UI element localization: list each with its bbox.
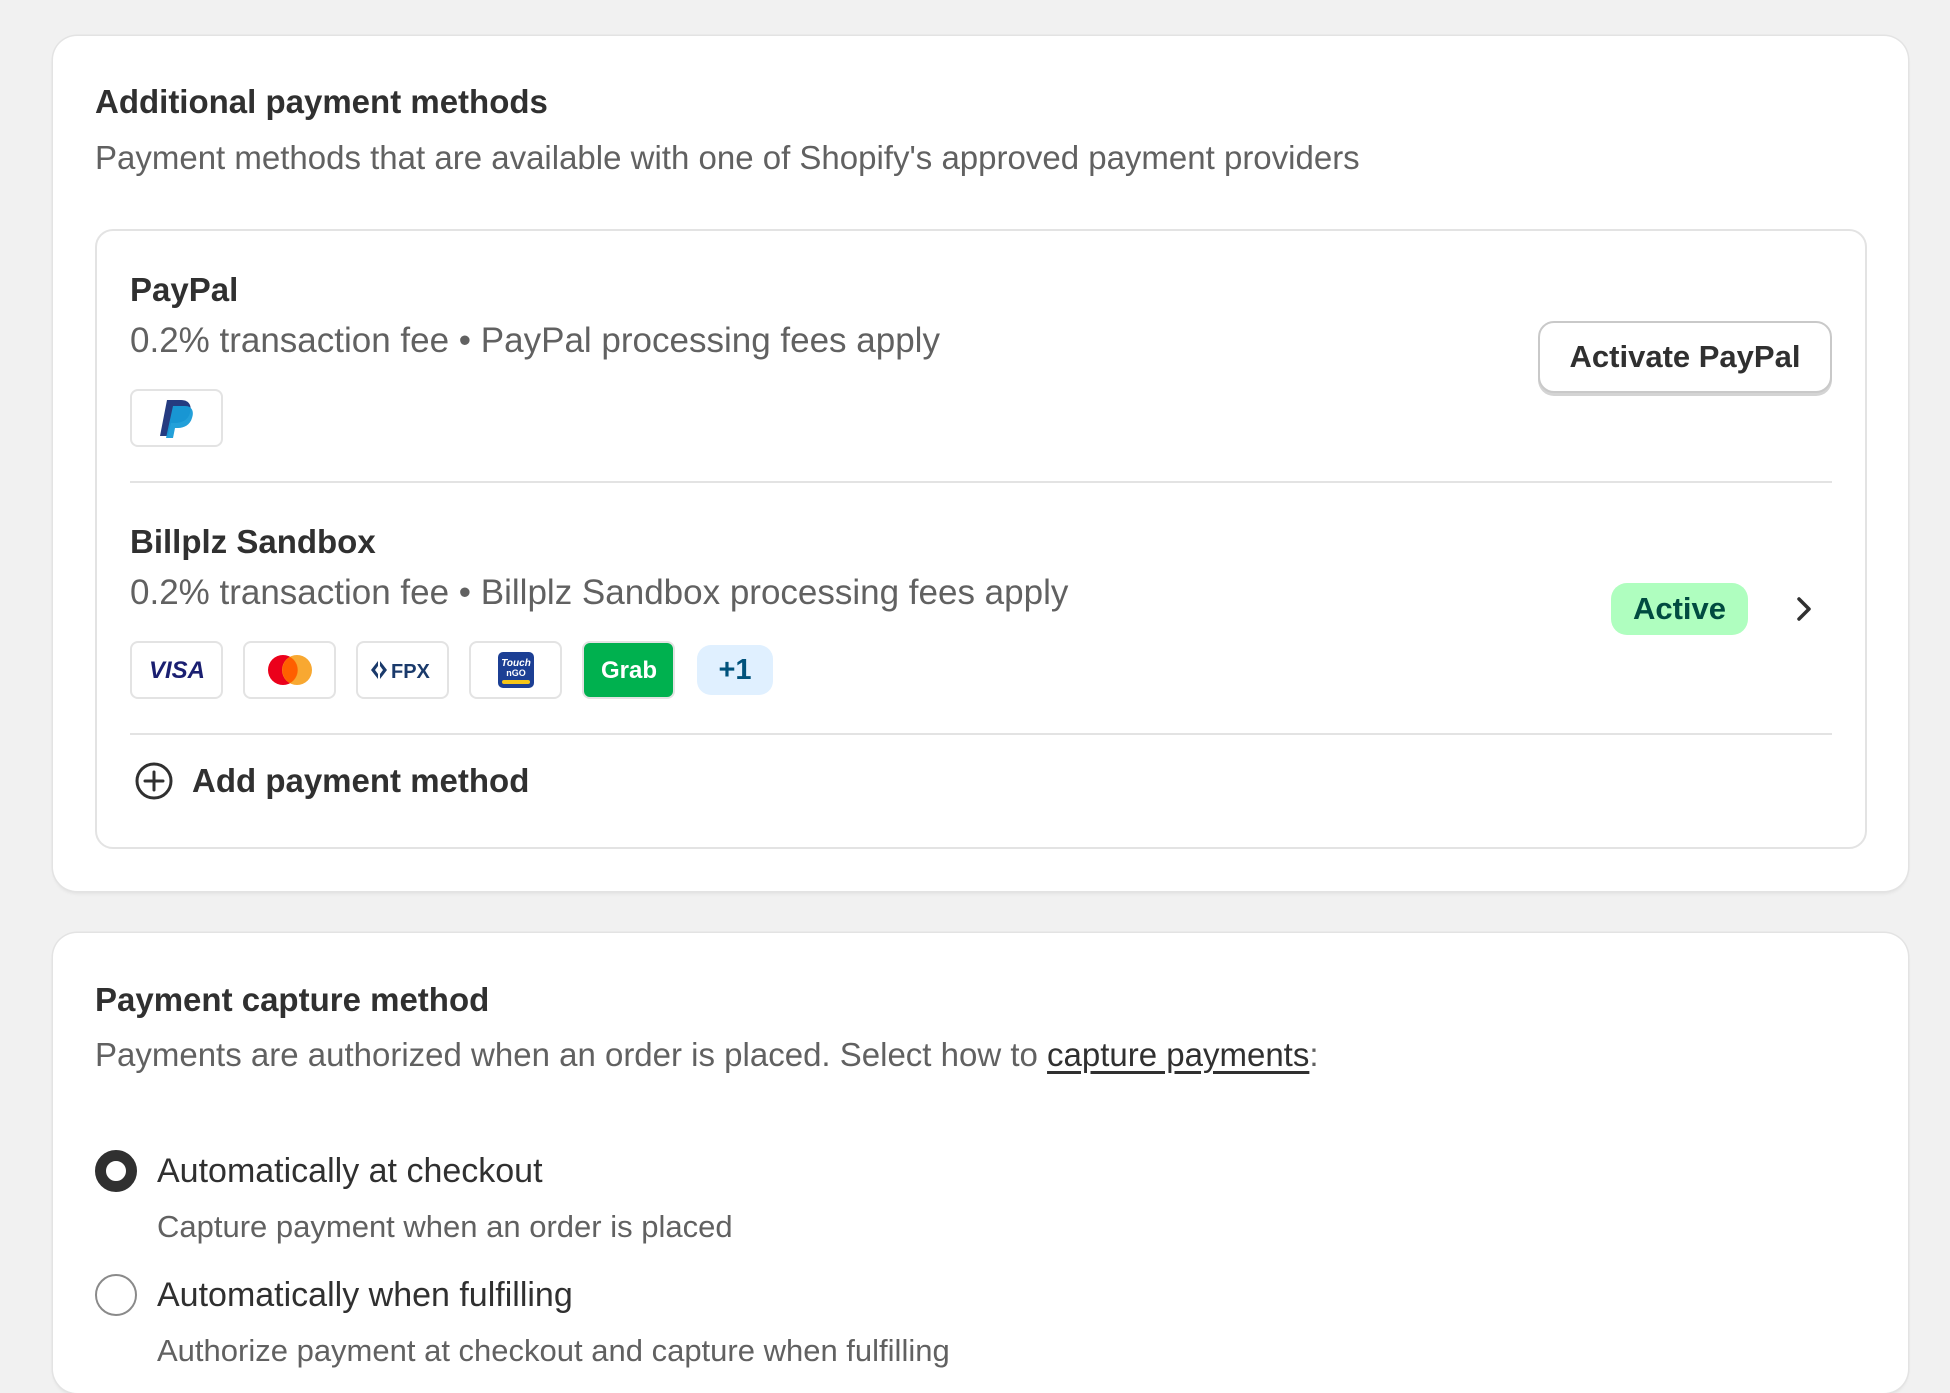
svg-text:FPX: FPX <box>391 661 431 683</box>
svg-text:VISA: VISA <box>148 657 204 683</box>
radio-help-text: Authorize payment at checkout and captur… <box>157 1333 950 1368</box>
radio-button-unchecked[interactable] <box>95 1274 137 1316</box>
chevron-right-icon[interactable] <box>1786 591 1822 627</box>
provider-paypal: PayPal 0.2% transaction fee • PayPal pro… <box>130 231 1832 483</box>
payment-providers-list: PayPal 0.2% transaction fee • PayPal pro… <box>95 229 1867 849</box>
payment-capture-method-card: Payment capture method Payments are auth… <box>53 933 1908 1393</box>
radio-automatically-at-checkout[interactable]: Automatically at checkout <box>95 1150 543 1192</box>
paypal-icon <box>130 389 223 447</box>
add-payment-method-label: Add payment method <box>192 762 530 799</box>
provider-fee: 0.2% transaction fee • Billplz Sandbox p… <box>130 573 1069 612</box>
provider-name: Billplz Sandbox <box>130 523 376 560</box>
radio-help-text: Capture payment when an order is placed <box>157 1209 733 1244</box>
payment-icons <box>130 389 223 447</box>
plus-circle-icon <box>134 761 174 801</box>
subtitle-text: Payments are authorized when an order is… <box>95 1036 1048 1073</box>
status-badge: Active <box>1610 583 1748 635</box>
card-subtitle: Payments are authorized when an order is… <box>95 1036 1319 1074</box>
svg-text:Grab: Grab <box>600 657 656 684</box>
provider-fee: 0.2% transaction fee • PayPal processing… <box>130 321 940 360</box>
touch-n-go-icon: Touch nGO <box>469 641 562 699</box>
card-subtitle: Payment methods that are available with … <box>95 139 1360 176</box>
radio-label: Automatically at checkout <box>157 1151 543 1190</box>
capture-payments-link[interactable]: capture payments <box>1047 1036 1309 1073</box>
radio-automatically-when-fulfilling[interactable]: Automatically when fulfilling <box>95 1274 573 1316</box>
additional-payment-methods-card: Additional payment methods Payment metho… <box>53 36 1908 891</box>
provider-name: PayPal <box>130 271 239 308</box>
radio-label: Automatically when fulfilling <box>157 1275 573 1314</box>
svg-text:nGO: nGO <box>506 668 526 678</box>
add-payment-method-button[interactable]: Add payment method <box>134 761 529 801</box>
fpx-icon: FPX <box>356 641 449 699</box>
mastercard-icon <box>243 641 336 699</box>
activate-paypal-button[interactable]: Activate PayPal <box>1538 321 1832 393</box>
card-title: Payment capture method <box>95 981 490 1018</box>
grab-icon: Grab <box>582 641 675 699</box>
more-payment-methods-badge: +1 <box>697 645 773 695</box>
visa-icon: VISA <box>130 641 223 699</box>
radio-button-checked[interactable] <box>95 1150 137 1192</box>
provider-billplz-sandbox[interactable]: Billplz Sandbox 0.2% transaction fee • B… <box>130 483 1832 735</box>
payment-icons: VISA FPX Touch nGO Grab +1 <box>130 641 773 699</box>
subtitle-suffix: : <box>1309 1036 1319 1073</box>
card-title: Additional payment methods <box>95 83 548 120</box>
